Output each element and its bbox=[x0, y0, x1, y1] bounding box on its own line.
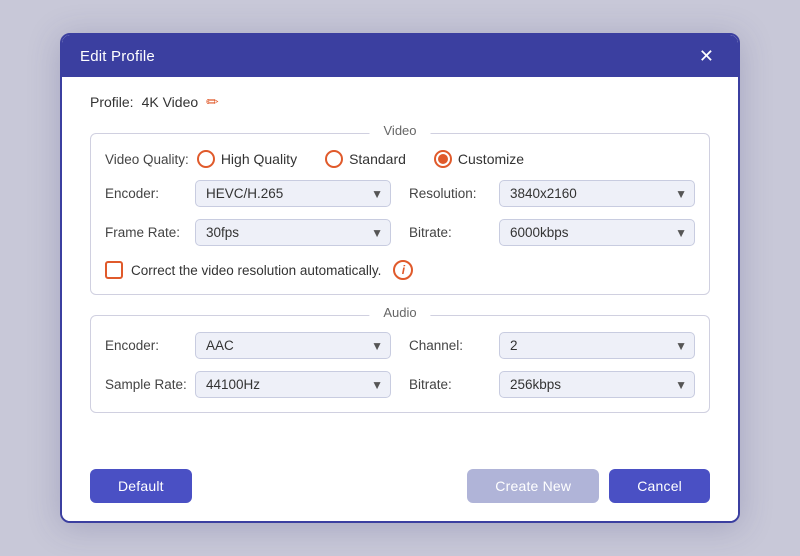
profile-name: 4K Video bbox=[142, 94, 199, 110]
video-section: Video Video Quality: High Quality Standa… bbox=[90, 133, 710, 295]
audio-channel-field: Channel: 2 1 6 ▼ bbox=[409, 332, 695, 359]
audio-channel-select[interactable]: 2 1 6 bbox=[499, 332, 695, 359]
video-encoder-resolution-row: Encoder: HEVC/H.265 H.264 VP9 ▼ bbox=[105, 180, 695, 246]
audio-section: Audio Encoder: AAC MP3 AC3 bbox=[90, 315, 710, 413]
audio-fields-row: Encoder: AAC MP3 AC3 ▼ Sam bbox=[105, 332, 695, 398]
audio-section-content: Encoder: AAC MP3 AC3 ▼ Sam bbox=[105, 332, 695, 398]
video-encoder-select[interactable]: HEVC/H.265 H.264 VP9 bbox=[195, 180, 391, 207]
video-framerate-select-wrap: 30fps 24fps 60fps ▼ bbox=[195, 219, 391, 246]
cancel-button[interactable]: Cancel bbox=[609, 469, 710, 503]
auto-correct-label: Correct the video resolution automatical… bbox=[131, 263, 381, 278]
close-button[interactable]: ✕ bbox=[693, 45, 720, 67]
edit-profile-dialog: Edit Profile ✕ Profile: 4K Video ✏ Video… bbox=[60, 33, 740, 523]
video-resolution-label: Resolution: bbox=[409, 186, 491, 201]
audio-encoder-select-wrap: AAC MP3 AC3 ▼ bbox=[195, 332, 391, 359]
radio-circle-standard bbox=[325, 150, 343, 168]
video-framerate-select[interactable]: 30fps 24fps 60fps bbox=[195, 219, 391, 246]
video-framerate-label: Frame Rate: bbox=[105, 225, 187, 240]
video-framerate-field: Frame Rate: 30fps 24fps 60fps ▼ bbox=[105, 219, 391, 246]
video-bitrate-select-wrap: 6000kbps 4000kbps 8000kbps ▼ bbox=[499, 219, 695, 246]
audio-samplerate-select-wrap: 44100Hz 48000Hz 22050Hz ▼ bbox=[195, 371, 391, 398]
video-right-col: Resolution: 3840x2160 1920x1080 1280x720… bbox=[409, 180, 695, 246]
radio-label-high: High Quality bbox=[221, 151, 297, 167]
video-encoder-field: Encoder: HEVC/H.265 H.264 VP9 ▼ bbox=[105, 180, 391, 207]
video-encoder-label: Encoder: bbox=[105, 186, 187, 201]
audio-bitrate-label: Bitrate: bbox=[409, 377, 491, 392]
radio-customize[interactable]: Customize bbox=[434, 150, 524, 168]
video-quality-radio-group: High Quality Standard Customize bbox=[197, 150, 695, 168]
audio-encoder-field: Encoder: AAC MP3 AC3 ▼ bbox=[105, 332, 391, 359]
audio-bitrate-select-wrap: 256kbps 128kbps 320kbps ▼ bbox=[499, 371, 695, 398]
video-bitrate-select[interactable]: 6000kbps 4000kbps 8000kbps bbox=[499, 219, 695, 246]
profile-label: Profile: bbox=[90, 94, 134, 110]
radio-label-customize: Customize bbox=[458, 151, 524, 167]
radio-high-quality[interactable]: High Quality bbox=[197, 150, 297, 168]
auto-correct-row: Correct the video resolution automatical… bbox=[105, 260, 695, 280]
audio-encoder-label: Encoder: bbox=[105, 338, 187, 353]
audio-bitrate-select[interactable]: 256kbps 128kbps 320kbps bbox=[499, 371, 695, 398]
auto-correct-checkbox[interactable] bbox=[105, 261, 123, 279]
audio-bitrate-field: Bitrate: 256kbps 128kbps 320kbps ▼ bbox=[409, 371, 695, 398]
create-new-button[interactable]: Create New bbox=[467, 469, 599, 503]
radio-standard[interactable]: Standard bbox=[325, 150, 406, 168]
audio-encoder-select[interactable]: AAC MP3 AC3 bbox=[195, 332, 391, 359]
video-quality-label: Video Quality: bbox=[105, 152, 189, 167]
audio-channel-select-wrap: 2 1 6 ▼ bbox=[499, 332, 695, 359]
radio-circle-high bbox=[197, 150, 215, 168]
footer-right-buttons: Create New Cancel bbox=[467, 469, 710, 503]
video-left-col: Encoder: HEVC/H.265 H.264 VP9 ▼ bbox=[105, 180, 391, 246]
audio-samplerate-field: Sample Rate: 44100Hz 48000Hz 22050Hz ▼ bbox=[105, 371, 391, 398]
video-resolution-field: Resolution: 3840x2160 1920x1080 1280x720… bbox=[409, 180, 695, 207]
title-bar: Edit Profile ✕ bbox=[62, 35, 738, 77]
edit-profile-icon[interactable]: ✏ bbox=[206, 93, 219, 111]
video-bitrate-label: Bitrate: bbox=[409, 225, 491, 240]
audio-channel-label: Channel: bbox=[409, 338, 491, 353]
radio-label-standard: Standard bbox=[349, 151, 406, 167]
video-resolution-select-wrap: 3840x2160 1920x1080 1280x720 ▼ bbox=[499, 180, 695, 207]
dialog-body: Profile: 4K Video ✏ Video Video Quality:… bbox=[62, 77, 738, 455]
audio-samplerate-label: Sample Rate: bbox=[105, 377, 187, 392]
video-section-title: Video bbox=[369, 123, 430, 138]
dialog-footer: Default Create New Cancel bbox=[62, 455, 738, 521]
video-encoder-select-wrap: HEVC/H.265 H.264 VP9 ▼ bbox=[195, 180, 391, 207]
audio-section-title: Audio bbox=[369, 305, 430, 320]
default-button[interactable]: Default bbox=[90, 469, 192, 503]
video-bitrate-field: Bitrate: 6000kbps 4000kbps 8000kbps ▼ bbox=[409, 219, 695, 246]
audio-right-col: Channel: 2 1 6 ▼ Bitrate: bbox=[409, 332, 695, 398]
dialog-title: Edit Profile bbox=[80, 48, 155, 65]
video-quality-row: Video Quality: High Quality Standard bbox=[105, 150, 695, 168]
audio-samplerate-select[interactable]: 44100Hz 48000Hz 22050Hz bbox=[195, 371, 391, 398]
profile-row: Profile: 4K Video ✏ bbox=[90, 93, 710, 111]
audio-left-col: Encoder: AAC MP3 AC3 ▼ Sam bbox=[105, 332, 391, 398]
video-resolution-select[interactable]: 3840x2160 1920x1080 1280x720 bbox=[499, 180, 695, 207]
info-icon[interactable]: i bbox=[393, 260, 413, 280]
radio-circle-customize bbox=[434, 150, 452, 168]
video-section-content: Video Quality: High Quality Standard bbox=[105, 150, 695, 280]
